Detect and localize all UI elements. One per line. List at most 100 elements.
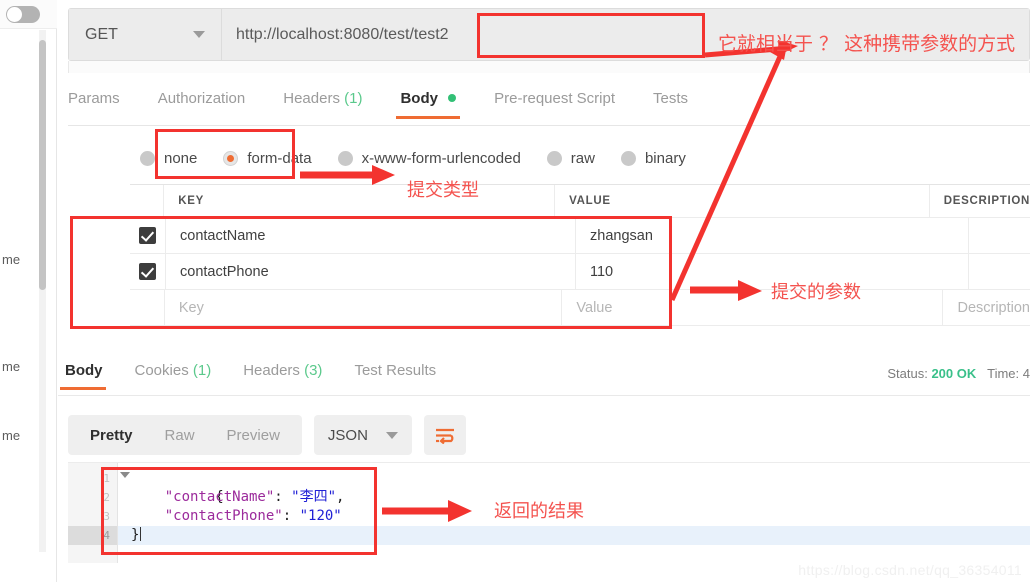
format-preview[interactable]: Preview <box>211 427 296 444</box>
radio-raw-icon <box>546 150 562 166</box>
response-tab-cookies[interactable]: Cookies (1) <box>135 362 212 390</box>
body-type-form-data[interactable]: form-data <box>223 149 312 167</box>
annotation-text-url: 它就相当于 ？ 这种携带参数的方式 <box>718 33 1016 55</box>
json-value: "李四" <box>291 489 337 505</box>
code-fold-triangle-icon[interactable] <box>120 472 130 478</box>
row-value-input[interactable]: zhangsan <box>576 218 969 253</box>
code-line-4: } <box>118 526 1030 545</box>
toggle-knob <box>7 6 22 22</box>
tab-headers[interactable]: Headers (1) <box>283 88 362 119</box>
annotation-text-result: 返回的结果 <box>494 501 584 522</box>
tab-authorization[interactable]: Authorization <box>158 88 246 119</box>
watermark: https://blog.csdn.net/qq_36354011 <box>798 562 1022 578</box>
time-value: 4 <box>1022 366 1030 381</box>
response-status-bar: Status: 200 OK Time: 4 <box>887 366 1030 381</box>
body-type-radio-group: none form-data x-www-form-urlencoded raw… <box>68 138 1030 178</box>
main-panel: GET http://localhost:8080/test/test2 Par… <box>58 0 1030 582</box>
chevron-down-icon <box>385 431 398 439</box>
placeholder-checkbox-cell <box>130 290 165 325</box>
line-number: 2 <box>103 491 110 504</box>
tab-params[interactable]: Params <box>68 88 120 119</box>
format-raw[interactable]: Raw <box>149 427 211 444</box>
json-value: "120" <box>299 508 342 524</box>
checkbox-checked-icon[interactable] <box>139 227 156 244</box>
table-header-row: KEY VALUE DESCRIPTION <box>130 185 1030 218</box>
response-tab-headers-count: (3) <box>304 362 323 379</box>
http-method-label: GET <box>85 25 118 43</box>
left-sidebar: me me me <box>0 0 57 582</box>
checkbox-checked-icon[interactable] <box>139 263 156 280</box>
chevron-down-icon <box>193 31 205 38</box>
response-tabs: Body Cookies (1) Headers (3) Test Result… <box>58 362 1030 396</box>
line-number: 4 <box>68 526 117 545</box>
sidebar-item-label-2[interactable]: me <box>0 359 50 374</box>
sidebar-toggle[interactable] <box>6 5 40 23</box>
response-format-segmented: Pretty Raw Preview <box>68 415 302 455</box>
response-tab-body-label: Body <box>65 362 103 379</box>
tab-params-label: Params <box>68 90 120 107</box>
url-bar-underlay <box>68 61 1030 73</box>
placeholder-description-input[interactable]: Description <box>943 290 1030 325</box>
row-key-input[interactable]: contactName <box>166 218 576 253</box>
http-method-select[interactable]: GET <box>69 9 222 60</box>
response-tab-headers-label: Headers <box>243 362 300 379</box>
tab-authorization-label: Authorization <box>157 90 246 107</box>
row-key-input[interactable]: contactPhone <box>166 254 576 289</box>
tab-tests-label: Tests <box>653 90 689 107</box>
body-type-binary[interactable]: binary <box>620 149 686 167</box>
line-number: 1 <box>103 472 110 485</box>
code-line-1: { <box>118 469 1030 505</box>
tab-tests[interactable]: Tests <box>653 88 688 119</box>
table-row[interactable]: contactPhone 110 <box>130 254 1030 290</box>
radio-binary-icon <box>620 150 636 166</box>
form-data-table: KEY VALUE DESCRIPTION contactName zhangs… <box>130 184 1030 326</box>
placeholder-value-input[interactable]: Value <box>562 290 944 325</box>
annotation-text-type: 提交类型 <box>407 180 479 201</box>
json-comma: , <box>336 489 345 505</box>
sidebar-item-label-1[interactable]: me <box>0 252 50 267</box>
response-language-label: JSON <box>327 426 368 444</box>
tab-body-label: Body <box>400 90 438 107</box>
time-label: Time: <box>987 366 1020 381</box>
format-pretty[interactable]: Pretty <box>74 427 149 444</box>
header-checkbox-cell <box>130 185 165 217</box>
body-type-urlencoded-label: x-www-form-urlencoded <box>361 149 521 167</box>
tab-headers-count: (1) <box>344 90 363 107</box>
line-number-gutter: 1 2 3 4 <box>68 463 118 563</box>
tab-pre-request-script-label: Pre-request Script <box>494 90 616 107</box>
json-key: "contactName" <box>164 489 275 505</box>
header-key: KEY <box>164 185 556 217</box>
word-wrap-icon <box>435 428 454 444</box>
body-type-raw[interactable]: raw <box>546 149 595 167</box>
body-type-none-label: none <box>164 149 198 167</box>
table-row-placeholder[interactable]: Key Value Description <box>130 290 1030 326</box>
response-language-select[interactable]: JSON <box>313 415 412 455</box>
body-type-form-data-label: form-data <box>247 149 312 167</box>
radio-urlencoded-icon <box>337 150 353 166</box>
response-tab-cookies-label: Cookies <box>134 362 189 379</box>
request-tabs: Params Authorization Headers (1) Body Pr… <box>68 88 1030 126</box>
row-description-input[interactable] <box>969 218 1030 253</box>
body-type-urlencoded[interactable]: x-www-form-urlencoded <box>337 149 521 167</box>
row-checkbox-cell[interactable] <box>130 254 166 289</box>
response-tab-headers[interactable]: Headers (3) <box>243 362 322 390</box>
word-wrap-button[interactable] <box>423 415 466 455</box>
sidebar-item-label-3[interactable]: me <box>0 428 50 443</box>
response-tab-test-results[interactable]: Test Results <box>354 362 436 390</box>
tab-body[interactable]: Body <box>396 88 460 119</box>
response-tab-cookies-count: (1) <box>192 362 212 379</box>
radio-none-icon <box>140 150 155 166</box>
body-type-binary-label: binary <box>644 149 686 167</box>
postman-window: me me me GET http://localhost:8080/test/… <box>0 0 1030 582</box>
row-checkbox-cell[interactable] <box>130 218 166 253</box>
json-sep: : <box>274 489 292 505</box>
placeholder-key-input[interactable]: Key <box>165 290 563 325</box>
tab-pre-request-script[interactable]: Pre-request Script <box>494 88 615 119</box>
json-key: "contactPhone" <box>164 508 283 524</box>
response-tab-body[interactable]: Body <box>60 362 105 390</box>
table-row[interactable]: contactName zhangsan <box>130 218 1030 254</box>
header-description: DESCRIPTION <box>943 195 1030 207</box>
row-description-input[interactable] <box>969 254 1030 289</box>
body-type-raw-label: raw <box>570 149 595 167</box>
body-type-none[interactable]: none <box>140 150 197 167</box>
